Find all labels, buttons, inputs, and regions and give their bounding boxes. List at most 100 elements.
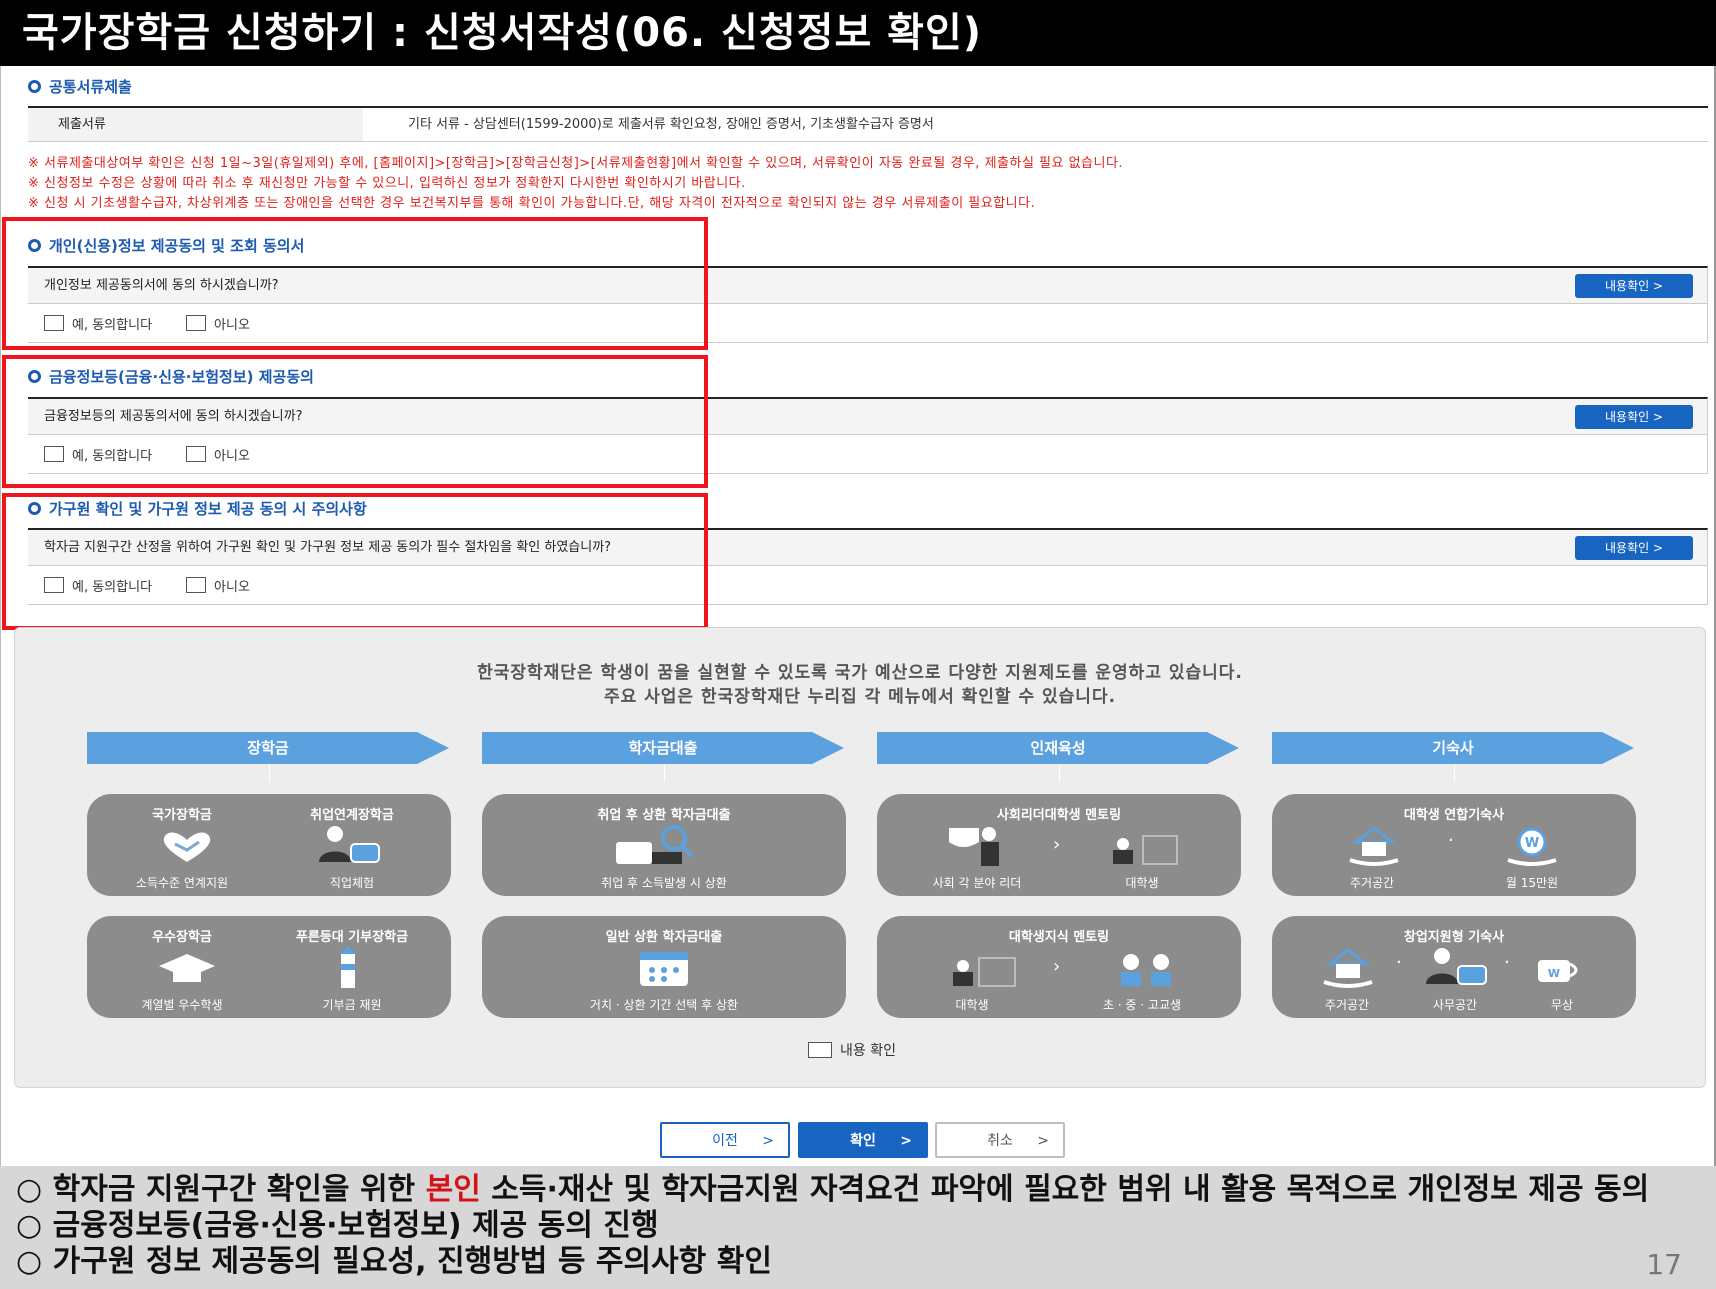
children-icon	[1121, 954, 1171, 986]
chevron-right-icon: >	[762, 1133, 774, 1149]
svg-text:W: W	[1525, 836, 1539, 851]
tile-label: 창업지원형 기숙사	[1403, 930, 1505, 945]
cancel-button[interactable]: 취소 >	[935, 1122, 1065, 1158]
footer-line-2: ○ 금융정보등(금융·신용·보험정보) 제공 동의 진행	[16, 1208, 659, 1243]
svg-text:W: W	[1548, 967, 1560, 980]
highlight-box-3	[2, 493, 708, 630]
tile-caption: 직업체험	[329, 876, 375, 890]
tile-loan-general[interactable]: 일반 상환 학자금대출 거치 · 상환 기간 선택 후 상환	[482, 916, 846, 1018]
footer-line-1-highlight: 본인	[425, 1172, 481, 1207]
category-scholarship-label: 장학금	[247, 739, 289, 757]
students-building-icon	[1113, 835, 1178, 865]
dot-separator: ·	[1504, 952, 1510, 973]
prev-button-label: 이전	[712, 1133, 738, 1149]
tile-label: 취업연계장학금	[310, 808, 394, 823]
tile-caption: 초 · 중 · 고교생	[1102, 998, 1182, 1012]
connector	[269, 764, 270, 782]
tile-talent-knowledge[interactable]: 대학생지식 멘토링 › 대학생 초 · 중 · 고교생	[877, 916, 1241, 1018]
tile-caption: 소득수준 연계지원	[135, 876, 229, 890]
cancel-button-label: 취소	[987, 1133, 1013, 1149]
tile-caption: 주거공간	[1324, 998, 1370, 1012]
tile-loan-icl[interactable]: 취업 후 상환 학자금대출 취업 후 소득발생 시 상환	[482, 794, 846, 896]
lighthouse-icon	[339, 946, 357, 988]
category-scholarship: 장학금	[87, 732, 449, 764]
documents-section-label: 공통서류제출	[49, 78, 132, 96]
university-students-icon	[953, 957, 1016, 987]
notice-2: ※ 신청정보 수정은 상황에 따라 취소 후 재신청만 가능할 수 있으니, 입…	[28, 176, 746, 191]
arrow-right-icon: ›	[1053, 834, 1061, 855]
prev-button[interactable]: 이전 >	[660, 1122, 790, 1158]
tile-caption: 대학생	[955, 998, 989, 1012]
category-talent: 인재육성	[877, 732, 1239, 764]
coffee-cup-icon: W	[1538, 960, 1578, 982]
panel-intro-line-2: 주요 사업은 한국장학재단 누리집 각 메뉴에서 확인할 수 있습니다.	[603, 687, 1117, 707]
tile-scholarship-national[interactable]: 국가장학금 취업연계장학금 소득수준 연계지원 직업체험	[87, 794, 451, 896]
bullet-ring-icon	[28, 80, 41, 93]
documents-label: 제출서류	[28, 108, 363, 141]
content-check[interactable]: 내용 확인	[808, 1040, 896, 1060]
tile-caption: 취업 후 소득발생 시 상환	[601, 876, 727, 890]
tile-label: 우수장학금	[152, 930, 212, 945]
category-talent-label: 인재육성	[1030, 739, 1086, 757]
documents-table: 제출서류 기타 서류 - 상담센터(1599-2000)로 제출서류 확인요청,…	[28, 106, 1708, 142]
tile-label: 일반 상환 학자금대출	[605, 930, 723, 945]
consent-household-view-button[interactable]: 내용확인 >	[1575, 536, 1693, 560]
tile-caption: 기부금 재원	[322, 998, 382, 1012]
tile-dorm-startup[interactable]: 창업지원형 기숙사 · · W 주거공간 사무공간 무상	[1272, 916, 1636, 1018]
highlight-box-1	[2, 217, 708, 350]
consent-personal-view-button[interactable]: 내용확인 >	[1575, 274, 1693, 298]
programs-info-panel: 한국장학재단은 학생이 꿈을 실현할 수 있도록 국가 예산으로 다양한 지원제…	[14, 627, 1706, 1088]
tile-caption: 거치 · 상환 기간 선택 후 상환	[589, 998, 739, 1012]
tile-caption: 대학생	[1125, 876, 1159, 890]
chevron-right-icon: >	[1037, 1133, 1049, 1149]
checkbox[interactable]	[808, 1042, 832, 1058]
consent-financial-view-button[interactable]: 내용확인 >	[1575, 405, 1693, 429]
tile-scholarship-merit[interactable]: 우수장학금 푸른등대 기부장학금 계열별 우수학생 기부금 재원	[87, 916, 451, 1018]
connector	[664, 764, 665, 782]
panel-intro-line-1: 한국장학재단은 학생이 꿈을 실현할 수 있도록 국가 예산으로 다양한 지원제…	[477, 663, 1243, 683]
confirm-button[interactable]: 확인 >	[798, 1122, 928, 1158]
arrow-right-icon: ›	[1053, 956, 1061, 977]
dot-separator: ·	[1396, 952, 1402, 973]
worker-briefcase-icon	[319, 826, 380, 863]
worker-briefcase-icon	[1426, 948, 1487, 985]
highlight-box-2	[2, 355, 708, 488]
tile-label: 푸른등대 기부장학금	[295, 930, 409, 945]
tile-label: 사회리더대학생 멘토링	[996, 808, 1122, 823]
tile-dorm-union[interactable]: 대학생 연합기숙사 · W 주거공간 월 15만원	[1272, 794, 1636, 896]
leader-flag-icon	[949, 827, 999, 866]
tile-label: 대학생 연합기숙사	[1403, 808, 1505, 823]
graduation-cap-icon	[159, 954, 215, 982]
notice-1: ※ 서류제출대상여부 확인은 신청 1일~3일(휴일제외) 후에, [홈페이지]…	[28, 156, 1124, 171]
confirm-button-label: 확인	[850, 1133, 876, 1149]
tile-caption: 계열별 우수학생	[141, 998, 223, 1012]
page-number: 17	[1646, 1248, 1682, 1281]
footer-line-1-prefix: ○ 학자금 지원구간 확인을 위한	[16, 1172, 426, 1207]
tile-caption: 사무공간	[1432, 998, 1478, 1012]
house-hand-icon	[1323, 948, 1373, 988]
handshake-heart-icon	[163, 832, 211, 862]
connector	[1454, 764, 1455, 782]
tile-label: 대학생지식 멘토링	[1008, 930, 1110, 945]
tile-caption: 사회 각 분야 리더	[932, 876, 1022, 890]
footer-line-3: ○ 가구원 정보 제공동의 필요성, 진행방법 등 주의사항 확인	[16, 1244, 772, 1279]
tile-caption: 무상	[1550, 998, 1574, 1012]
footer-line-1-suffix: 소득·재산 및 학자금지원 자격요건 파악에 필요한 범위 내 활용 목적으로 …	[480, 1172, 1650, 1207]
slide-footer: ○ 학자금 지원구간 확인을 위한 본인 소득·재산 및 학자금지원 자격요건 …	[0, 1166, 1716, 1289]
tile-caption: 월 15만원	[1505, 876, 1559, 890]
category-loan-label: 학자금대출	[628, 739, 698, 757]
footer-line-1: ○ 학자금 지원구간 확인을 위한 본인 소득·재산 및 학자금지원 자격요건 …	[16, 1172, 1716, 1208]
won-coin-hand-icon: W	[1507, 827, 1557, 866]
house-hand-icon	[1349, 826, 1399, 866]
notice-3: ※ 신청 시 기초생활수급자, 차상위계층 또는 장애인을 선택한 경우 보건복…	[28, 196, 1036, 211]
tile-label: 취업 후 상환 학자금대출	[597, 808, 731, 823]
documents-value: 기타 서류 - 상담센터(1599-2000)로 제출서류 확인요청, 장애인 …	[408, 117, 934, 132]
connector	[1059, 764, 1060, 782]
tile-talent-social-leader[interactable]: 사회리더대학생 멘토링 › 사회 각 분야 리더 대학생	[877, 794, 1241, 896]
tile-label: 국가장학금	[152, 808, 212, 823]
category-dorm: 기숙사	[1272, 732, 1634, 764]
tile-caption: 주거공간	[1349, 876, 1395, 890]
category-dorm-label: 기숙사	[1432, 739, 1474, 757]
briefcase-magnifier-icon	[616, 825, 694, 864]
category-loan: 학자금대출	[482, 732, 844, 764]
